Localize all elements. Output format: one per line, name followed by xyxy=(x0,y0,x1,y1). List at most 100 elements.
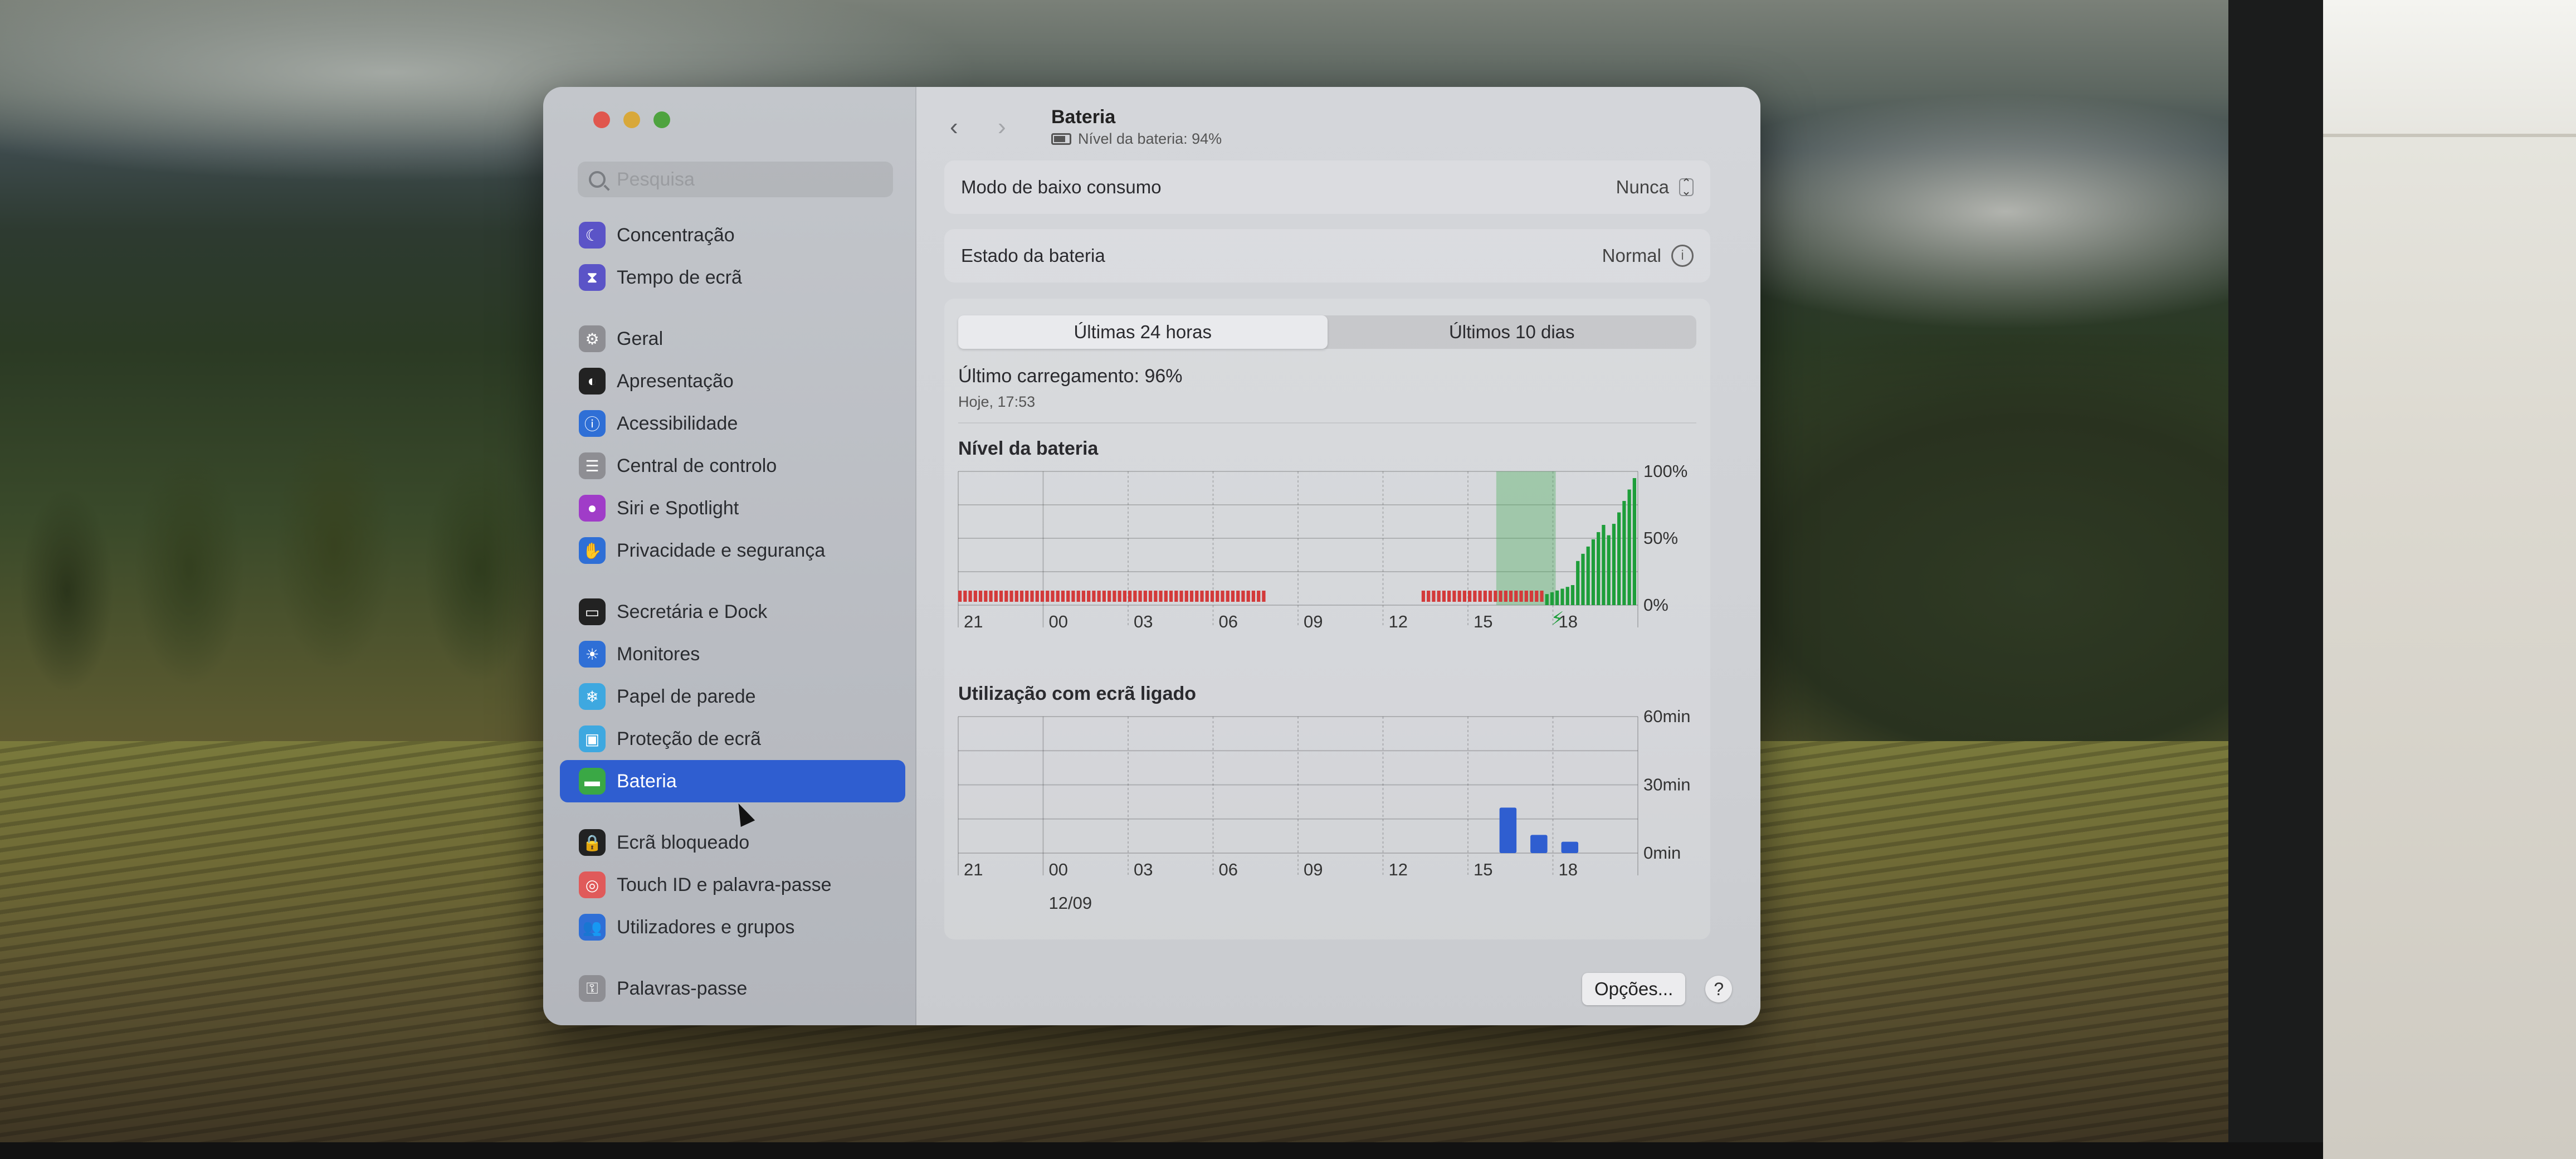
sidebar-item-apresentacao[interactable]: ◐ Apresentação xyxy=(560,360,905,402)
sidebar-item-label: Geral xyxy=(617,328,663,349)
search-input[interactable] xyxy=(616,168,885,191)
wallpaper-icon: ❄ xyxy=(579,683,606,710)
battery-level-bar xyxy=(1025,591,1029,602)
tab-last-10-days[interactable]: Últimos 10 dias xyxy=(1328,315,1697,349)
sidebar-item-touch-id-e-palavra-passe[interactable]: ◎ Touch ID e palavra-passe xyxy=(560,864,905,906)
hand-icon: ✋ xyxy=(579,537,606,564)
sidebar-item-label: Apresentação xyxy=(617,370,734,392)
battery-level-bar xyxy=(1262,591,1266,602)
battery-level-bar xyxy=(1097,591,1101,602)
sun-icon: ☀ xyxy=(579,641,606,668)
tab-last-24-hours[interactable]: Últimas 24 horas xyxy=(958,315,1328,349)
battery-health-label: Estado da bateria xyxy=(961,245,1105,266)
x-tick-label: 18 xyxy=(1559,860,1578,879)
battery-level-bar xyxy=(1154,591,1158,602)
info-icon[interactable]: i xyxy=(1671,245,1694,267)
sidebar-item-acessibilidade[interactable]: ⓘ Acessibilidade xyxy=(560,402,905,445)
battery-level-bar xyxy=(963,591,967,602)
sidebar-item-siri-e-spotlight[interactable]: ● Siri e Spotlight xyxy=(560,487,905,529)
x-tick-label: 12 xyxy=(1389,612,1408,631)
battery-health-row: Estado da bateria Normal i xyxy=(944,229,1710,283)
sidebar-item-privacidade-e-seguranca[interactable]: ✋ Privacidade e segurança xyxy=(560,529,905,572)
back-button[interactable]: ‹ xyxy=(950,115,972,139)
battery-level-bar xyxy=(1468,591,1472,602)
battery-level-bar xyxy=(1504,591,1507,602)
gear-icon: ⚙ xyxy=(579,325,606,352)
battery-level-bar xyxy=(1118,591,1121,602)
battery-level-bar xyxy=(1169,591,1173,602)
wallpaper-forest xyxy=(0,256,557,786)
battery-level-bar xyxy=(1040,591,1045,602)
battery-level-bar xyxy=(1030,591,1034,602)
low-power-value: Nunca xyxy=(1616,177,1669,197)
low-power-popup[interactable]: Nunca ⌃ ⌄ xyxy=(1616,177,1694,198)
battery-level-bar xyxy=(1159,591,1163,602)
sidebar-item-papel-de-parede[interactable]: ❄ Papel de parede xyxy=(560,675,905,718)
sidebar-item-utilizadores-e-grupos[interactable]: 👥 Utilizadores e grupos xyxy=(560,906,905,948)
low-power-label: Modo de baixo consumo xyxy=(961,177,1162,197)
battery-level-bar xyxy=(1550,592,1554,605)
sidebar-item-central-de-controlo[interactable]: ☰ Central de controlo xyxy=(560,445,905,487)
x-tick-label: 15 xyxy=(1474,860,1492,879)
battery-level-bar xyxy=(1432,591,1436,602)
low-power-row[interactable]: Modo de baixo consumo Nunca ⌃ ⌄ xyxy=(944,160,1710,214)
battery-level-bar xyxy=(1545,594,1549,605)
minimize-button[interactable] xyxy=(623,111,640,128)
battery-level-bar xyxy=(989,591,993,602)
battery-level-bar xyxy=(1555,590,1559,605)
battery-level-bar xyxy=(1447,591,1451,602)
battery-level-bar xyxy=(1524,591,1528,602)
battery-level-bar xyxy=(958,591,962,602)
zoom-button[interactable] xyxy=(653,111,670,128)
battery-level-bar xyxy=(1519,591,1523,602)
battery-level-bar xyxy=(1019,591,1024,602)
forward-button[interactable]: › xyxy=(998,115,1020,139)
sidebar-item-ecra-bloqueado[interactable]: 🔒 Ecrã bloqueado xyxy=(560,821,905,864)
battery-level-bar xyxy=(1071,591,1075,602)
sidebar-item-label: Tempo de ecrã xyxy=(617,266,742,288)
battery-level-bar xyxy=(1427,591,1431,602)
battery-level-bar xyxy=(1133,591,1137,602)
battery-level-bar xyxy=(1509,591,1513,602)
battery-level-bar xyxy=(1014,591,1018,602)
fingerprint-icon: ◎ xyxy=(579,871,606,898)
sidebar-item-tempo-de-ecra[interactable]: ⧗ Tempo de ecrã xyxy=(560,256,905,299)
battery-level-bar xyxy=(1164,591,1168,602)
battery-level-bar xyxy=(1056,591,1060,602)
usage-bar xyxy=(1561,841,1579,853)
sidebar-item-bateria[interactable]: ▬ Bateria xyxy=(560,760,905,802)
close-button[interactable] xyxy=(593,111,610,128)
siri-icon: ● xyxy=(579,495,606,522)
sidebar-item-label: Utilizadores e grupos xyxy=(617,916,795,938)
battery-level-bar xyxy=(1529,591,1534,602)
battery-level-bar xyxy=(973,591,977,602)
sidebar-item-concentracao[interactable]: ☾ Concentração xyxy=(560,214,905,256)
x-tick-label: 09 xyxy=(1304,612,1323,631)
sidebar-item-label: Siri e Spotlight xyxy=(617,497,739,519)
sidebar-item-secretaria-e-dock[interactable]: ▭ Secretária e Dock xyxy=(560,591,905,633)
battery-level-bar xyxy=(1009,591,1013,602)
battery-level-bar xyxy=(1421,591,1426,602)
battery-level-bar xyxy=(1087,591,1091,602)
sidebar-item-label: Acessibilidade xyxy=(617,412,738,434)
sidebar-item-protecao-de-ecra[interactable]: ▣ Proteção de ecrã xyxy=(560,718,905,760)
battery-level-bar xyxy=(1478,591,1482,602)
x-tick-label: 21 xyxy=(964,612,983,631)
search-field[interactable] xyxy=(578,162,893,197)
x-tick-label: 06 xyxy=(1219,860,1238,879)
battery-level-bar xyxy=(1632,478,1636,605)
x-tick-label: 00 xyxy=(1049,860,1068,879)
battery-level-bar xyxy=(1514,591,1518,602)
help-button[interactable]: ? xyxy=(1705,976,1733,1002)
battery-level-bar xyxy=(1560,588,1564,605)
toolbar: ‹ › Bateria Nível da bateria: 94% xyxy=(950,105,1222,149)
battery-level-bar xyxy=(978,591,983,602)
battery-level-bar xyxy=(1113,591,1116,602)
sidebar-section-gap xyxy=(560,299,905,318)
sidebar-item-geral[interactable]: ⚙ Geral xyxy=(560,318,905,360)
battery-level-bar xyxy=(1576,561,1580,605)
footer: Opções... ? xyxy=(1582,973,1733,1005)
sidebar-item-palavras-passe[interactable]: ⚿ Palavras-passe xyxy=(560,967,905,1010)
sidebar-item-monitores[interactable]: ☀ Monitores xyxy=(560,633,905,675)
options-button[interactable]: Opções... xyxy=(1582,973,1686,1005)
